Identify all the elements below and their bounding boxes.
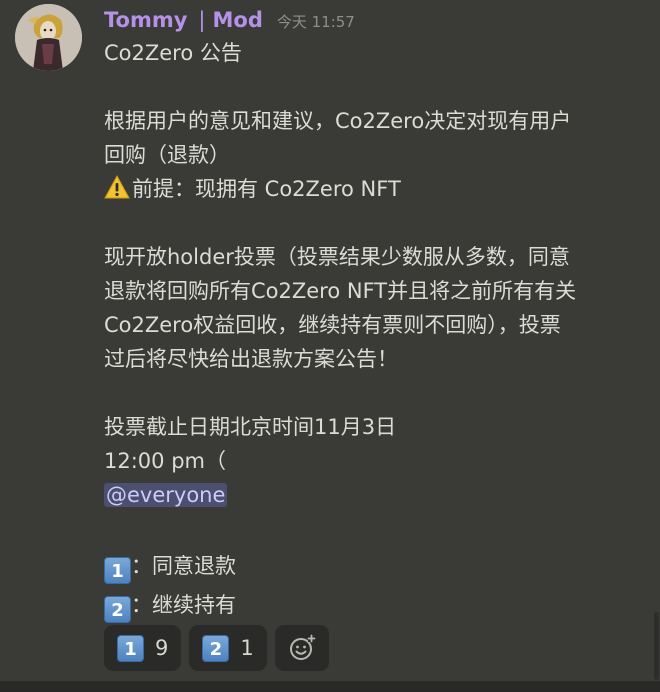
add-reaction-icon	[289, 634, 316, 660]
username[interactable]: Tommy	[104, 8, 187, 32]
precondition-text: 前提：现拥有 Co2Zero NFT	[132, 177, 401, 201]
keycap-2-icon: 2	[202, 634, 230, 662]
deadline-time: 12:00 pm（	[104, 449, 226, 473]
warning-icon	[104, 175, 130, 199]
name-separator: |	[198, 8, 206, 32]
reaction-bar: 1 9 2 1	[104, 625, 329, 671]
role-tag[interactable]: Mod	[213, 8, 263, 32]
option-2-text: ：继续持有	[131, 593, 236, 617]
avatar-image	[15, 4, 82, 71]
reaction-count: 9	[155, 636, 169, 660]
timestamp: 今天 11:57	[276, 13, 355, 31]
reaction-keycap-2[interactable]: 2 1	[189, 625, 267, 671]
reaction-keycap-1[interactable]: 1 9	[104, 625, 182, 671]
bottom-divider	[0, 681, 660, 692]
message-content: Co2Zero 公告 根据用户的意见和建议，Co2Zero决定对现有用户 回购（…	[104, 36, 634, 623]
message-line: 现开放holder投票（投票结果少数服从多数，同意	[104, 245, 570, 269]
message-header: Tommy | Mod 今天 11:57	[104, 5, 355, 35]
keycap-1-icon: 1	[104, 557, 131, 584]
option-1-text: ：同意退款	[131, 554, 236, 578]
message-line: 根据用户的意见和建议，Co2Zero决定对现有用户	[104, 109, 572, 133]
message-line: Co2Zero权益回收，继续持有票则不回购），投票	[104, 313, 561, 337]
precondition-line: 前提：现拥有 Co2Zero NFT	[104, 172, 634, 206]
keycap-2-icon: 2	[104, 596, 131, 623]
announcement-title: Co2Zero 公告	[104, 41, 242, 65]
message-line: 过后将尽快给出退款方案公告！	[104, 347, 398, 371]
message-line: 回购（退款）	[104, 143, 230, 167]
keycap-1-icon: 1	[117, 634, 144, 662]
scrollbar[interactable]	[654, 612, 659, 680]
message-line: 退款将回购所有Co2Zero NFT并且将之前所有有关	[104, 279, 577, 303]
everyone-mention[interactable]: @everyone	[104, 483, 228, 507]
reaction-count: 1	[240, 636, 254, 660]
add-reaction-button[interactable]	[274, 625, 329, 671]
option-2: 2 ：继续持有	[104, 588, 634, 623]
deadline-line: 投票截止日期北京时间11月3日	[104, 415, 397, 439]
avatar[interactable]	[15, 4, 82, 71]
option-1: 1 ：同意退款	[104, 549, 634, 584]
